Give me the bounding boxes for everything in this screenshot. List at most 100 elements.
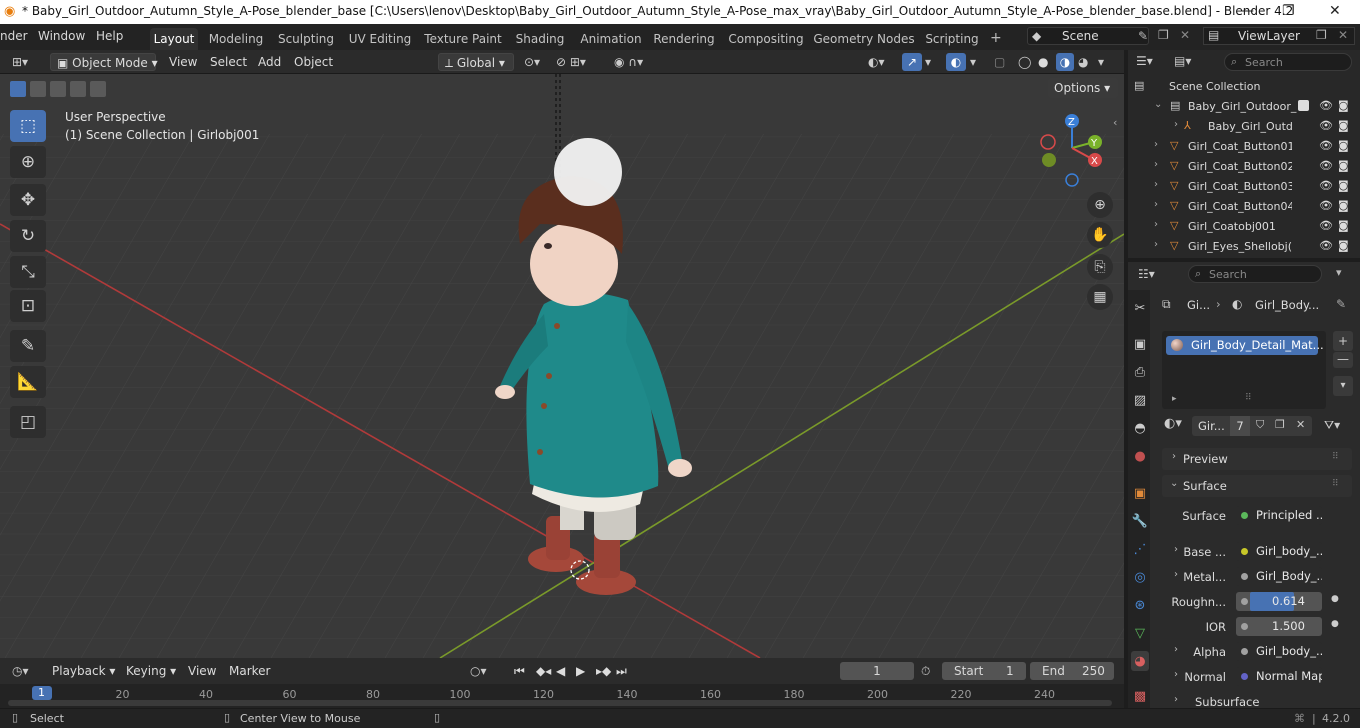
camera-render-icon[interactable]: ◙ [1338, 199, 1349, 212]
world-tab-icon[interactable]: ● [1131, 446, 1149, 466]
transform-tool-icon[interactable]: ⊡ [10, 290, 46, 322]
visibility-icon[interactable]: ◐▾ [868, 53, 885, 71]
workspace-tab-texture-paint[interactable]: Texture Paint [422, 28, 504, 50]
property-field[interactable]: Girl_body_... [1236, 642, 1322, 661]
property-field[interactable]: Principled ... [1236, 506, 1322, 525]
eye-icon[interactable]: 👁 [1319, 199, 1333, 212]
start-frame-field[interactable]: Start 1 [942, 662, 1026, 680]
camera-render-icon[interactable]: ◙ [1338, 119, 1349, 132]
workspace-tab-animation[interactable]: Animation [576, 28, 646, 50]
texture-tab-icon[interactable]: ▩ [1131, 686, 1149, 706]
add-workspace-icon[interactable]: + [990, 30, 1002, 46]
timeline-scrollbar[interactable] [8, 700, 1112, 706]
outliner-editor-icon[interactable]: ☰▾ [1136, 54, 1153, 68]
select-invert-icon[interactable] [70, 81, 86, 97]
user-count[interactable]: 7 [1230, 416, 1250, 436]
modifier-tab-icon[interactable]: 🔧 [1131, 511, 1149, 531]
timeline-editor-icon[interactable]: ◷▾ [12, 662, 29, 680]
rotate-tool-icon[interactable]: ↻ [10, 220, 46, 252]
next-keyframe-icon[interactable]: ▸◆ [596, 662, 611, 680]
view-layer-selector[interactable]: ▤ ViewLayer ❐ ✕ [1203, 27, 1355, 45]
remove-slot-button[interactable]: — [1333, 352, 1353, 368]
eye-icon[interactable]: 👁 [1319, 179, 1333, 192]
unlink-material-icon[interactable]: ✕ [1296, 418, 1305, 431]
solid-shading-icon[interactable]: ● [1038, 53, 1048, 71]
workspace-tab-modeling[interactable]: Modeling [204, 28, 268, 50]
camera-view-icon[interactable]: ⎘ [1087, 254, 1113, 280]
prev-keyframe-icon[interactable]: ◆◂ [536, 662, 551, 680]
particles-tab-icon[interactable]: ⋰ [1131, 539, 1149, 559]
outliner-row[interactable]: › ▽ Girl_Coatobj001 👁 ◙ [1128, 217, 1360, 237]
annotate-tool-icon[interactable]: ✎ [10, 330, 46, 362]
menu-render[interactable]: nder [0, 29, 28, 43]
eye-icon[interactable]: 👁 [1319, 139, 1333, 152]
stopwatch-icon[interactable]: ⏱ [921, 662, 930, 680]
workspace-tab-shading[interactable]: Shading [510, 28, 570, 50]
chevron-right-icon[interactable]: › [1154, 159, 1158, 170]
outliner-row[interactable]: ⌄ ▤ Baby_Girl_Outdoor_ 👁 ◙ [1128, 97, 1360, 117]
chevron-right-icon[interactable]: › [1174, 544, 1178, 555]
menu-help[interactable]: Help [96, 29, 123, 43]
rendered-shading-icon[interactable]: ◕ [1078, 53, 1088, 71]
chevron-right-icon[interactable]: › [1154, 219, 1158, 230]
property-field[interactable]: Normal Map [1236, 667, 1322, 686]
chevron-right-icon[interactable]: › [1174, 119, 1178, 130]
gizmo-dropdown-icon[interactable]: ▾ [925, 53, 931, 71]
select-subtract-icon[interactable] [50, 81, 66, 97]
ortho-grid-icon[interactable]: ▦ [1087, 284, 1113, 310]
playback-menu[interactable]: Playback ▾ [52, 662, 115, 680]
menu-view[interactable]: View [169, 53, 197, 71]
new-scene-icon[interactable]: ❐ [1158, 28, 1169, 42]
property-field[interactable]: 1.500 [1236, 617, 1322, 636]
auto-keying-icon[interactable]: ○▾ [470, 662, 487, 680]
chevron-right-icon[interactable]: › [1154, 239, 1158, 250]
properties-editor-icon[interactable]: ☷▾ [1138, 267, 1155, 281]
select-extend-icon[interactable] [30, 81, 46, 97]
chevron-right-icon[interactable]: › [1154, 179, 1158, 190]
keying-menu[interactable]: Keying ▾ [126, 662, 176, 680]
select-new-icon[interactable] [10, 81, 26, 97]
jump-start-icon[interactable]: ⏮ [514, 662, 525, 680]
material-slot-row[interactable]: Girl_Body_Detail_Mat... [1166, 336, 1324, 355]
options-dropdown[interactable]: Options ▾ [1048, 78, 1118, 98]
slot-specials-icon[interactable]: ▾ [1333, 376, 1353, 396]
material-preview-shading-icon[interactable]: ◑ [1056, 53, 1074, 71]
overlay-toggle-icon[interactable]: ◐ [946, 53, 966, 71]
navigation-gizmo[interactable]: Z Y X [1036, 112, 1108, 192]
camera-render-icon[interactable]: ◙ [1338, 99, 1349, 112]
workspace-tab-sculpting[interactable]: Sculpting [274, 28, 338, 50]
fake-user-icon[interactable]: ⛉ [1256, 418, 1264, 432]
select-intersect-icon[interactable] [90, 81, 106, 97]
pin-icon[interactable]: ✎ [1336, 297, 1346, 311]
chevron-right-icon[interactable]: › [1174, 644, 1178, 655]
property-field[interactable]: Girl_Body_... [1236, 567, 1322, 586]
output-tab-icon[interactable]: ⎙ [1131, 362, 1149, 382]
pan-hand-icon[interactable]: ✋ [1087, 222, 1113, 248]
zoom-icon[interactable]: ⊕ [1087, 192, 1113, 218]
duplicate-material-icon[interactable]: ❐ [1275, 418, 1285, 431]
chevron-right-icon[interactable]: › [1154, 199, 1158, 210]
tool-tab-icon[interactable]: ✂ [1131, 298, 1149, 318]
material-tab-icon[interactable]: ◕ [1131, 651, 1149, 671]
data-tab-icon[interactable]: ▽ [1131, 623, 1149, 643]
pin-icon[interactable]: ✎ [1138, 29, 1148, 43]
overlay-dropdown-icon[interactable]: ▾ [970, 53, 976, 71]
delete-scene-icon[interactable]: ✕ [1180, 28, 1190, 42]
outliner-row[interactable]: › ▽ Girl_Coat_Button03 👁 ◙ [1128, 177, 1360, 197]
delete-view-layer-icon[interactable]: ✕ [1338, 28, 1348, 42]
outliner-row-scene-collection[interactable]: ▤ Scene Collection [1128, 77, 1360, 97]
preview-panel-header[interactable]: › Preview ⠿ [1162, 448, 1352, 470]
workspace-tab-geometry-nodes[interactable]: Geometry Nodes [812, 28, 916, 50]
jump-end-icon[interactable]: ⏭ [616, 662, 627, 680]
workspace-tab-rendering[interactable]: Rendering [648, 28, 720, 50]
keyframe-dot-icon[interactable]: ● [1331, 619, 1339, 629]
select-box-tool-icon[interactable]: ⬚ [10, 110, 46, 142]
menu-select[interactable]: Select [210, 53, 247, 71]
play-reverse-icon[interactable]: ◀ [556, 662, 565, 680]
camera-render-icon[interactable]: ◙ [1338, 219, 1349, 232]
add-cube-tool-icon[interactable]: ◰ [10, 406, 46, 438]
chevron-right-icon[interactable]: › [1174, 669, 1178, 680]
material-datablock[interactable]: Gir... 7 ⛉ ❐ ✕ [1192, 416, 1312, 436]
eye-icon[interactable]: 👁 [1319, 159, 1333, 172]
physics-tab-icon[interactable]: ◎ [1131, 567, 1149, 587]
